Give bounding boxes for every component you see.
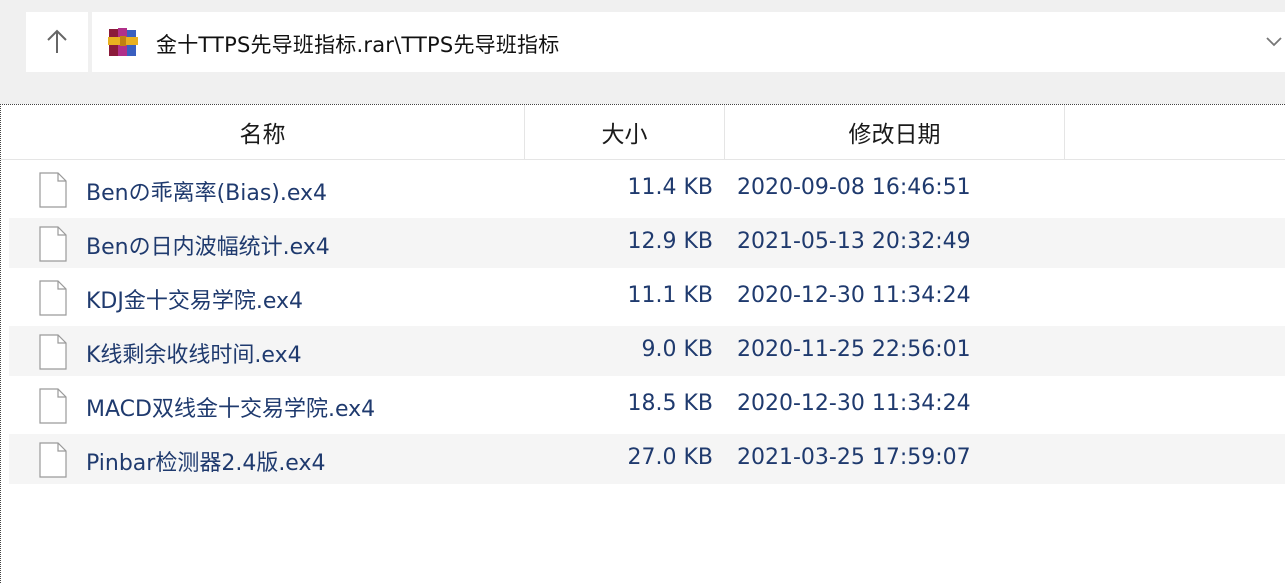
column-modified[interactable]: 修改日期 <box>725 105 1065 159</box>
column-name[interactable]: 名称 <box>1 105 525 159</box>
file-icon <box>39 442 67 478</box>
file-icon <box>39 280 67 316</box>
address-path: 金十TTPS先导班指标.rar\TTPS先导班指标 <box>156 33 560 57</box>
file-icon <box>39 172 67 208</box>
file-name: MACD双线金十交易学院.ex4 <box>86 397 376 422</box>
column-header: 名称 大小 修改日期 <box>1 105 1285 160</box>
file-size: 27.0 KB <box>627 445 714 470</box>
file-name: Pinbar检测器2.4版.ex4 <box>86 451 326 476</box>
file-name: Benの乖离率(Bias).ex4 <box>86 181 328 206</box>
file-row[interactable]: Benの日内波幅统计.ex4 12.9 KB 2021-05-13 20:32:… <box>9 218 1285 268</box>
file-modified: 2020-12-30 11:34:24 <box>737 283 971 308</box>
file-row[interactable]: KDJ金十交易学院.ex4 11.1 KB 2020-12-30 11:34:2… <box>9 272 1285 322</box>
file-size: 11.4 KB <box>627 175 714 200</box>
file-modified: 2021-05-13 20:32:49 <box>737 229 971 254</box>
toolbar: 金十TTPS先导班指标.rar\TTPS先导班指标 <box>0 0 1285 92</box>
winrar-archive-icon <box>108 28 138 56</box>
up-button[interactable] <box>26 12 88 72</box>
arrow-up-icon <box>47 29 67 53</box>
file-row[interactable]: MACD双线金十交易学院.ex4 18.5 KB 2020-12-30 11:3… <box>9 380 1285 430</box>
file-size: 18.5 KB <box>627 391 714 416</box>
file-size: 9.0 KB <box>641 337 714 362</box>
file-modified: 2020-12-30 11:34:24 <box>737 391 971 416</box>
file-name: KDJ金十交易学院.ex4 <box>86 289 304 314</box>
file-icon <box>39 226 67 262</box>
address-dropdown[interactable] <box>1263 30 1285 54</box>
column-size[interactable]: 大小 <box>525 105 725 159</box>
file-name: K线剩余收线时间.ex4 <box>86 343 302 368</box>
address-bar[interactable]: 金十TTPS先导班指标.rar\TTPS先导班指标 <box>92 12 1285 72</box>
file-modified: 2020-11-25 22:56:01 <box>737 337 971 362</box>
file-icon <box>39 388 67 424</box>
file-row[interactable]: K线剩余收线时间.ex4 9.0 KB 2020-11-25 22:56:01 <box>9 326 1285 376</box>
file-modified: 2021-03-25 17:59:07 <box>737 445 971 470</box>
file-size: 11.1 KB <box>627 283 714 308</box>
chevron-down-icon <box>1266 37 1282 47</box>
file-row[interactable]: Pinbar检测器2.4版.ex4 27.0 KB 2021-03-25 17:… <box>9 434 1285 484</box>
file-list[interactable]: 名称 大小 修改日期 Benの乖离率(Bias).ex4 11.4 KB 202… <box>0 104 1285 583</box>
file-name: Benの日内波幅统计.ex4 <box>86 235 330 260</box>
file-size: 12.9 KB <box>627 229 714 254</box>
file-row[interactable]: Benの乖离率(Bias).ex4 11.4 KB 2020-09-08 16:… <box>9 164 1285 214</box>
file-modified: 2020-09-08 16:46:51 <box>737 175 971 200</box>
file-icon <box>39 334 67 370</box>
